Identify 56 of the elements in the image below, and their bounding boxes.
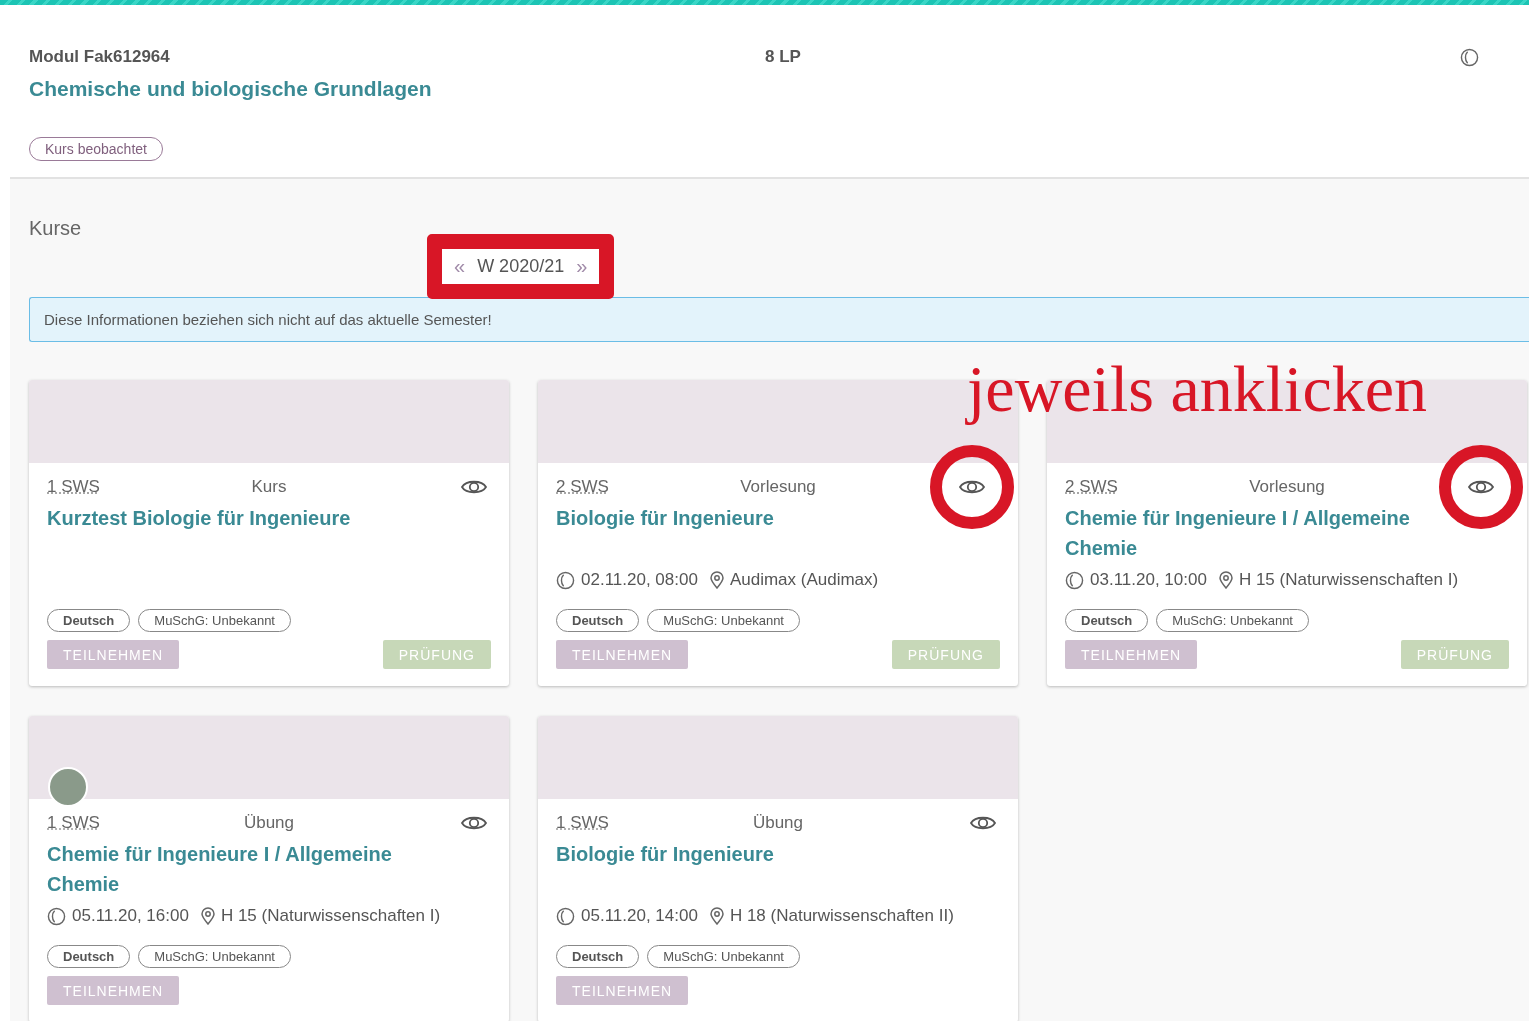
course-location: H 18 (Naturwissenschaften II): [729, 906, 954, 926]
course-type: Vorlesung: [740, 477, 816, 497]
sws-label: 1 SWS: [47, 813, 100, 833]
location-pin-icon: [1218, 571, 1233, 589]
course-type: Vorlesung: [1249, 477, 1325, 497]
previous-semester-button[interactable]: «: [454, 255, 466, 278]
course-location: H 15 (Naturwissenschaften I): [220, 906, 441, 926]
course-location: Audimax (Audimax): [729, 570, 879, 590]
course-title[interactable]: Kurztest Biologie für Ingenieure: [47, 503, 422, 563]
course-date: 03.11.20, 10:00: [1090, 570, 1207, 590]
join-button[interactable]: TEILNEHMEN: [556, 976, 689, 1005]
join-button[interactable]: TEILNEHMEN: [556, 640, 689, 669]
next-semester-button[interactable]: »: [576, 255, 588, 278]
watch-button[interactable]: [930, 445, 1014, 529]
join-button[interactable]: TEILNEHMEN: [47, 976, 180, 1005]
credits-label: 8 LP: [765, 47, 802, 67]
eye-icon: [959, 478, 985, 496]
exam-button[interactable]: PRÜFUNG: [891, 640, 1000, 669]
semester-label: W 2020/21: [477, 256, 565, 277]
sws-label: 1 SWS: [47, 477, 100, 497]
course-date: 05.11.20, 14:00: [581, 906, 698, 926]
module-code: Modul Fak612964: [29, 47, 171, 67]
annotation-text: jeweils anklicken: [967, 351, 1427, 427]
exam-button[interactable]: PRÜFUNG: [1400, 640, 1509, 669]
course-type: Übung: [752, 813, 804, 833]
course-location: H 15 (Naturwissenschaften I): [1238, 570, 1459, 590]
exam-button[interactable]: PRÜFUNG: [382, 640, 491, 669]
course-date: 02.11.20, 08:00: [581, 570, 698, 590]
course-title[interactable]: Biologie für Ingenieure: [556, 503, 931, 563]
location-pin-icon: [200, 907, 215, 925]
sws-label: 1 SWS: [556, 813, 609, 833]
join-button[interactable]: TEILNEHMEN: [1065, 640, 1198, 669]
join-button[interactable]: TEILNEHMEN: [47, 640, 180, 669]
eye-icon: [1468, 478, 1494, 496]
watch-button[interactable]: [1439, 445, 1523, 529]
location-pin-icon: [709, 907, 724, 925]
course-title[interactable]: Chemie für Ingenieure I / Allgemeine Chemie: [1065, 503, 1440, 563]
course-date: 05.11.20, 16:00: [72, 906, 189, 926]
eye-icon: [461, 478, 487, 496]
course-type: Kurs: [251, 477, 287, 497]
course-title[interactable]: Chemie für Ingenieure I / Allgemeine Chemie: [47, 839, 422, 899]
course-type: Übung: [243, 813, 295, 833]
clock-icon: [47, 906, 66, 926]
section-heading: Kurse: [29, 217, 83, 240]
sws-label: 2 SWS: [556, 477, 609, 497]
module-title: Chemische und biologische Grundlagen: [29, 77, 433, 101]
clock-icon: [1065, 570, 1084, 590]
course-title[interactable]: Biologie für Ingenieure: [556, 839, 931, 899]
location-pin-icon: [709, 571, 724, 589]
clock-icon: [556, 906, 575, 926]
eye-icon: [461, 814, 487, 832]
clock-icon: [1460, 47, 1479, 67]
info-notice: Diese Informationen beziehen sich nicht auf das aktuelle Semester!: [29, 297, 1529, 342]
sws-label: 2 SWS: [1065, 477, 1118, 497]
clock-icon: [556, 570, 575, 590]
eye-icon: [970, 814, 996, 832]
